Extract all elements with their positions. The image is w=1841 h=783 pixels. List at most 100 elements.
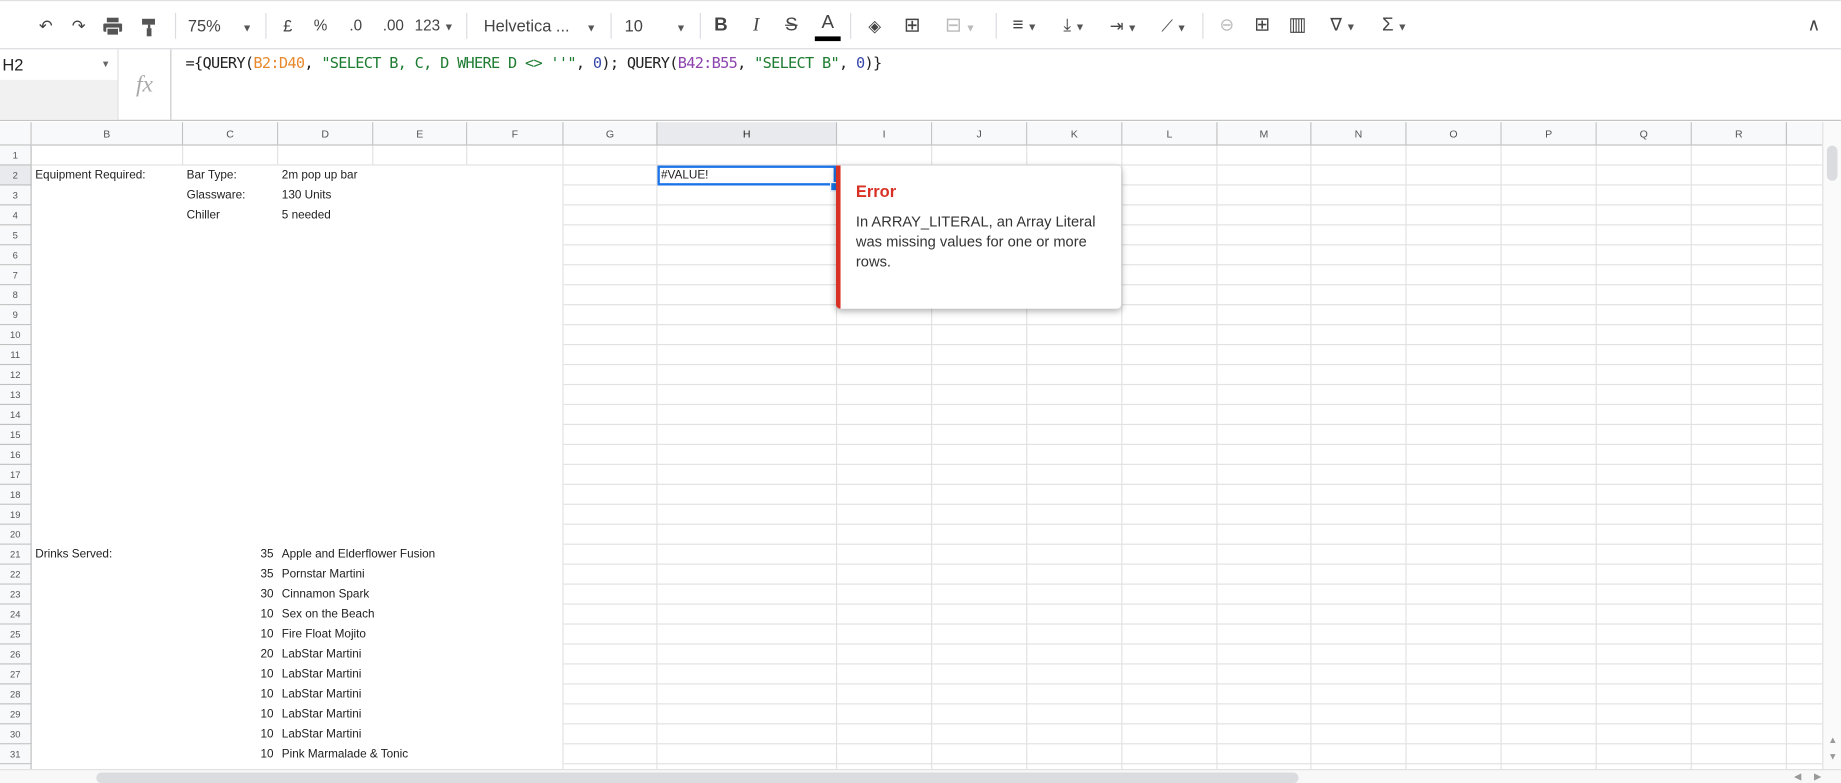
column-header[interactable]: K (1027, 122, 1123, 146)
link-icon[interactable]: ⊖ (1214, 12, 1240, 40)
formula-input[interactable]: ={QUERY(B2:D40, "SELECT B, C, D WHERE D … (186, 55, 883, 73)
column-header[interactable]: I (837, 122, 933, 146)
cell-d28[interactable]: LabStar Martini (282, 685, 362, 705)
merge-cells-icon[interactable]: ⊟ ▼ (937, 12, 984, 40)
text-rotation-icon[interactable]: ⟋ ▼ (1153, 12, 1195, 40)
column-header[interactable]: J (932, 122, 1028, 146)
row-header[interactable]: 12 (0, 365, 32, 386)
row-header[interactable]: 2 (0, 165, 32, 186)
undo-icon[interactable]: ↶ (33, 12, 59, 40)
more-formats-button[interactable]: 123 ▼ (413, 12, 455, 40)
scroll-down-icon[interactable]: ▼ (1828, 751, 1837, 762)
row-header[interactable]: 5 (0, 225, 32, 246)
cell-c25[interactable]: 10 (183, 625, 274, 645)
scroll-left-icon[interactable]: ◀ (1794, 771, 1801, 782)
strikethrough-button[interactable]: S (780, 12, 803, 40)
row-header[interactable]: 27 (0, 664, 32, 685)
row-header[interactable]: 31 (0, 744, 32, 765)
cell-d30[interactable]: LabStar Martini (282, 724, 362, 744)
name-box[interactable]: H2 ▼ (0, 49, 117, 80)
print-icon[interactable] (99, 12, 127, 40)
cell-b21[interactable]: Drinks Served: (35, 545, 112, 565)
row-header[interactable]: 19 (0, 504, 32, 525)
text-wrapping-icon[interactable]: ⇥ ▼ (1104, 12, 1144, 40)
cell-c21[interactable]: 35 (183, 545, 274, 565)
column-header[interactable]: F (467, 122, 564, 146)
paint-format-icon[interactable] (136, 12, 162, 40)
decrease-decimals-button[interactable]: .0 (343, 12, 369, 40)
column-header[interactable]: O (1406, 122, 1502, 146)
horizontal-align-icon[interactable]: ≡ ▼ (1005, 12, 1045, 40)
currency-format-button[interactable]: £ (277, 12, 298, 40)
scroll-up-icon[interactable]: ▲ (1828, 735, 1837, 746)
row-header[interactable]: 10 (0, 325, 32, 346)
cell-d31[interactable]: Pink Marmalade & Tonic (282, 744, 408, 764)
cell-c31[interactable]: 10 (183, 744, 274, 764)
row-header[interactable]: 11 (0, 345, 32, 366)
cell-c4[interactable]: Chiller (187, 205, 220, 225)
percent-format-button[interactable]: % (310, 12, 331, 40)
font-size-select[interactable]: 10 ▼ (625, 12, 691, 40)
row-header[interactable]: 17 (0, 464, 32, 485)
row-header[interactable]: 4 (0, 205, 32, 226)
row-header[interactable]: 20 (0, 524, 32, 545)
cell-c27[interactable]: 10 (183, 665, 274, 685)
fill-color-icon[interactable]: ◈ (862, 12, 888, 40)
vertical-scroll-thumb[interactable] (1826, 145, 1838, 181)
cell-b2[interactable]: Equipment Required: (35, 166, 145, 186)
cell-c29[interactable]: 10 (183, 704, 274, 724)
row-header[interactable]: 3 (0, 185, 32, 206)
row-header[interactable]: 22 (0, 564, 32, 585)
cell-d24[interactable]: Sex on the Beach (282, 605, 375, 625)
cell-d23[interactable]: Cinnamon Spark (282, 585, 369, 605)
filter-icon[interactable]: ∇ ▼ (1320, 12, 1367, 40)
column-header[interactable]: B (31, 122, 184, 146)
row-header[interactable]: 24 (0, 604, 32, 625)
row-header[interactable]: 25 (0, 624, 32, 645)
cell-d2[interactable]: 2m pop up bar (282, 166, 358, 186)
cell-c26[interactable]: 20 (183, 645, 274, 665)
select-all-corner[interactable] (0, 122, 32, 146)
cell-c28[interactable]: 10 (183, 685, 274, 705)
scroll-right-icon[interactable]: ▶ (1814, 771, 1821, 782)
row-header[interactable]: 15 (0, 425, 32, 445)
row-header[interactable]: 6 (0, 245, 32, 266)
vertical-scrollbar[interactable]: ▲ ▼ (1822, 122, 1841, 770)
cell-d29[interactable]: LabStar Martini (282, 704, 362, 724)
column-header[interactable]: M (1217, 122, 1312, 146)
text-color-button[interactable]: A (814, 12, 842, 42)
zoom-select[interactable]: 75% ▼ (188, 12, 258, 40)
cell-d26[interactable]: LabStar Martini (282, 645, 362, 665)
bold-button[interactable]: B (709, 12, 732, 40)
row-header[interactable]: 18 (0, 484, 32, 505)
column-header[interactable]: G (563, 122, 658, 146)
horizontal-scroll-thumb[interactable] (96, 772, 1299, 783)
column-header[interactable]: P (1501, 122, 1597, 146)
cell-c23[interactable]: 30 (183, 585, 274, 605)
cell-c22[interactable]: 35 (183, 565, 274, 585)
row-header[interactable]: 1 (0, 145, 32, 166)
column-header[interactable]: N (1311, 122, 1407, 146)
row-header[interactable]: 14 (0, 405, 32, 426)
cell-c2[interactable]: Bar Type: (187, 166, 237, 186)
row-header[interactable]: 9 (0, 305, 32, 326)
horizontal-scrollbar[interactable]: ◀ ▶ (0, 769, 1841, 783)
increase-decimals-button[interactable]: .00 (378, 12, 409, 40)
vertical-align-icon[interactable]: ⤓ ▼ (1054, 12, 1094, 40)
cell-d21[interactable]: Apple and Elderflower Fusion (282, 545, 435, 565)
row-header[interactable]: 7 (0, 265, 32, 286)
column-header[interactable]: D (278, 122, 374, 146)
column-header[interactable]: E (373, 122, 468, 146)
borders-icon[interactable]: ⊞ (899, 12, 925, 40)
cell-d22[interactable]: Pornstar Martini (282, 565, 365, 585)
cell-c3[interactable]: Glassware: (187, 186, 246, 206)
cell-d27[interactable]: LabStar Martini (282, 665, 362, 685)
column-header[interactable]: R (1691, 122, 1787, 146)
column-header[interactable]: L (1122, 122, 1218, 146)
column-header[interactable]: H (657, 122, 838, 146)
column-header[interactable]: C (183, 122, 279, 146)
functions-icon[interactable]: Σ ▼ (1374, 12, 1416, 40)
row-header[interactable]: 21 (0, 544, 32, 565)
column-header[interactable]: Q (1596, 122, 1692, 146)
cell-d25[interactable]: Fire Float Mojito (282, 625, 366, 645)
